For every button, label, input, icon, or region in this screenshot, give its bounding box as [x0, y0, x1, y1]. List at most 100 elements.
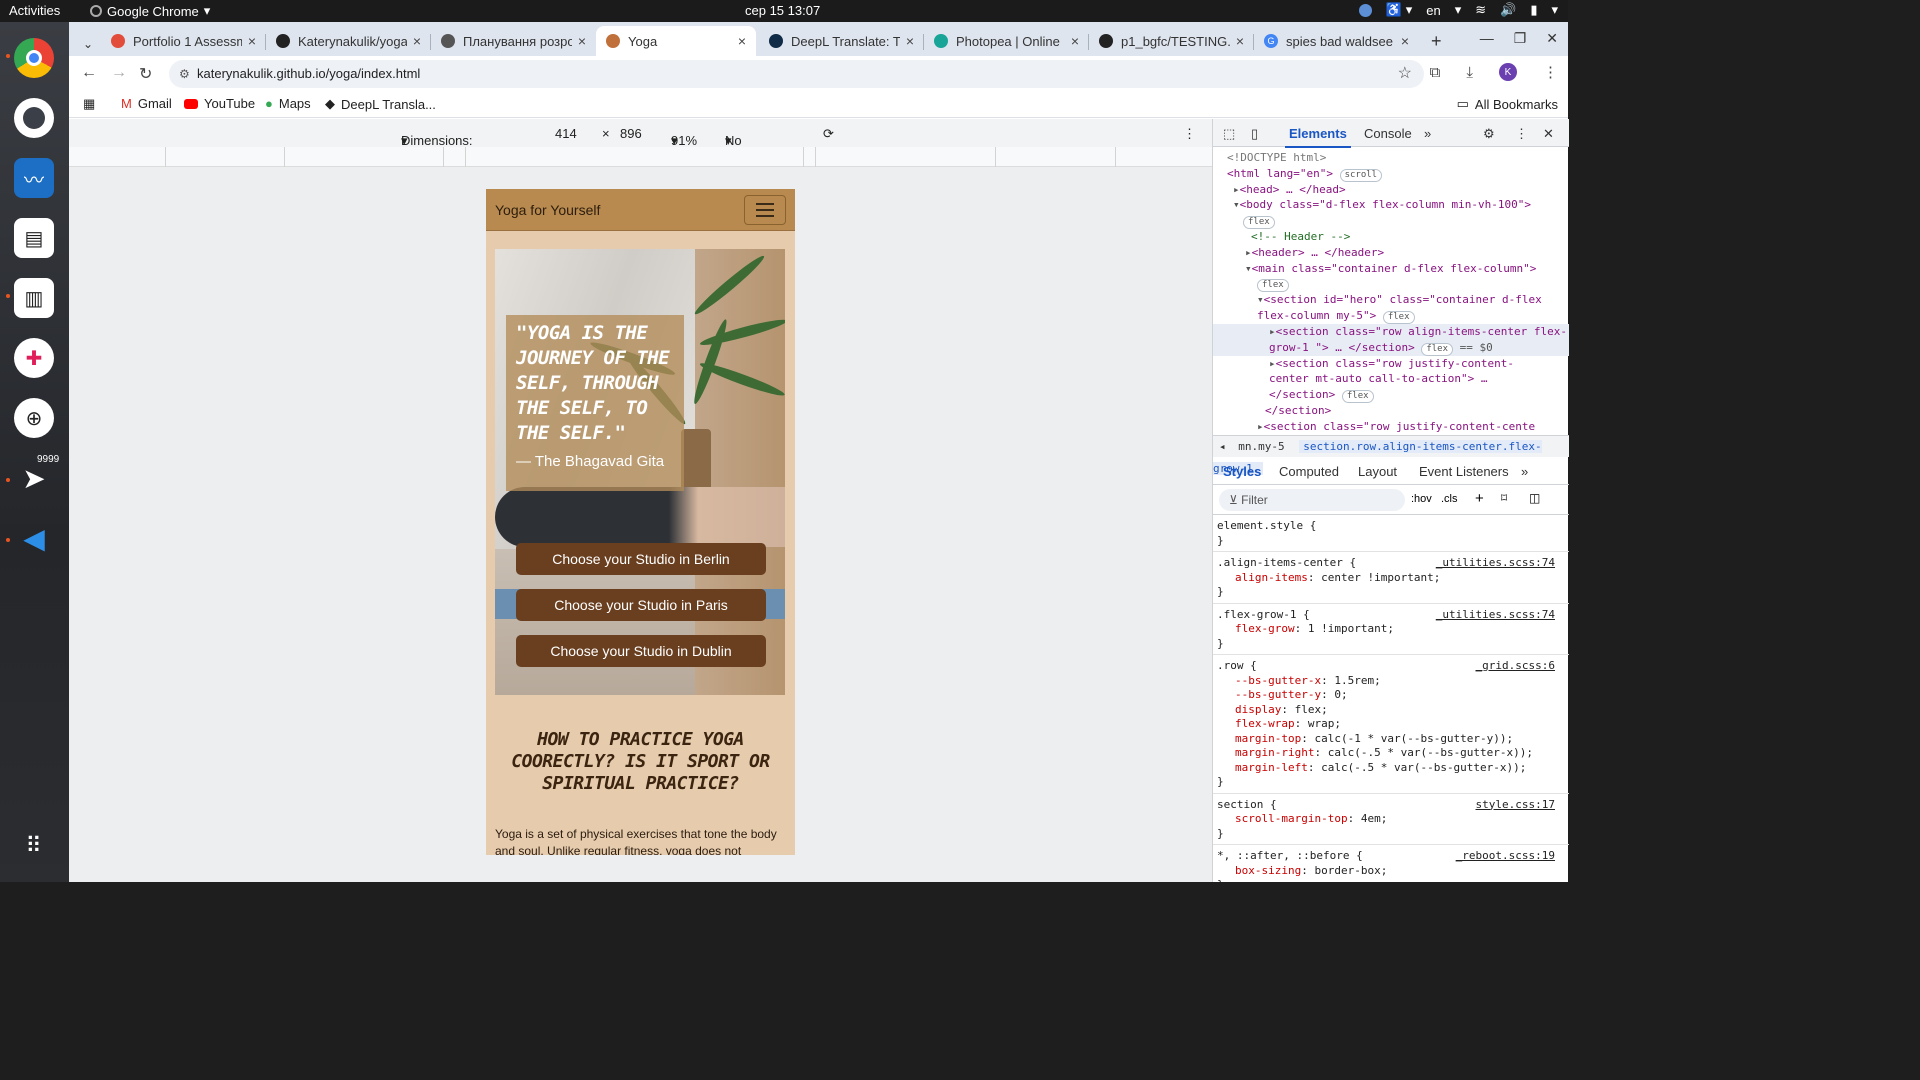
document-icon[interactable]: ▤	[14, 218, 54, 258]
devtools-menu-icon[interactable]: ⋮	[1515, 126, 1528, 142]
vscode-icon[interactable]: ◀	[14, 518, 54, 558]
activities-button[interactable]: Activities	[9, 3, 60, 18]
dom-node[interactable]: ▾<main class="container d-flex flex-colu…	[1213, 261, 1569, 277]
dom-node[interactable]: ▾<body class="d-flex flex-column min-vh-…	[1213, 197, 1569, 213]
tab-github-yoga[interactable]: Katerynakulik/yoga ×	[266, 26, 431, 56]
dom-node[interactable]: ▾<section id="hero" class="container d-f…	[1213, 292, 1553, 324]
tab-photopea[interactable]: Photopea | Online ×	[924, 26, 1089, 56]
tab-testing[interactable]: p1_bgfc/TESTING.m ×	[1089, 26, 1254, 56]
bookmark-maps[interactable]: ● Maps	[265, 96, 311, 111]
dom-node[interactable]: <!DOCTYPE html>	[1213, 147, 1569, 166]
firefox-icon[interactable]	[14, 98, 54, 138]
close-icon[interactable]: ×	[1071, 33, 1079, 49]
dom-node[interactable]: ▸<section class="row justify-content-cen…	[1213, 419, 1569, 435]
bookmark-deepl[interactable]: ◆ DeepL Transla...	[325, 96, 436, 112]
hover-state-toggle[interactable]: :hov	[1411, 493, 1432, 505]
close-devtools-icon[interactable]: ✕	[1543, 126, 1554, 142]
monitor-icon[interactable]: 〰	[14, 158, 54, 198]
restore-icon[interactable]: ❐	[1514, 30, 1527, 47]
reload-icon[interactable]: ↻	[139, 64, 152, 84]
flex-badge[interactable]: flex	[1243, 216, 1275, 230]
back-icon[interactable]: ←	[81, 64, 97, 82]
bookmark-youtube[interactable]: YouTube	[184, 96, 255, 111]
chrome-dock-icon[interactable]	[14, 38, 54, 78]
flex-badge[interactable]: flex	[1382, 310, 1415, 324]
tab-styles[interactable]: Styles	[1223, 464, 1261, 479]
rule-source-link[interactable]: _grid.scss:6	[1476, 659, 1555, 674]
menu-kebab-icon[interactable]: ⋮	[1543, 63, 1558, 81]
profile-avatar[interactable]: K	[1499, 63, 1517, 81]
bookmark-gmail[interactable]: M Gmail	[121, 96, 172, 111]
dom-node[interactable]: ▸<head> … </head>	[1213, 182, 1569, 198]
css-property[interactable]: margin-top: calc(-1 * var(--bs-gutter-y)…	[1217, 732, 1563, 747]
paint-icon[interactable]: ⌑	[1501, 491, 1507, 505]
tab-google-search[interactable]: Gspies bad waldsee ×	[1254, 26, 1419, 56]
forward-icon[interactable]: →	[111, 64, 127, 82]
studio-paris-button[interactable]: Choose your Studio in Paris	[516, 589, 766, 621]
style-rule[interactable]: .flex-grow-1 {_utilities.scss:74 flex-gro…	[1213, 604, 1569, 655]
styles-filter-input[interactable]: ⊻ Filter	[1219, 489, 1405, 511]
more-options-icon[interactable]: ⋮	[1183, 126, 1196, 142]
downloads-icon[interactable]: ⤓	[1466, 64, 1473, 81]
tab-search-button[interactable]: ⌄	[73, 29, 97, 59]
scroll-badge[interactable]: scroll	[1339, 168, 1383, 182]
rule-source-link[interactable]: _utilities.scss:74	[1436, 608, 1555, 623]
tab-yoga[interactable]: Yoga ×	[596, 26, 756, 56]
close-icon[interactable]: ×	[248, 33, 256, 49]
rotate-icon[interactable]: ⟳	[823, 126, 834, 142]
settings-gear-icon[interactable]: ⚙	[1483, 126, 1495, 142]
css-property[interactable]: margin-right: calc(-.5 * var(--bs-gutter…	[1217, 746, 1563, 761]
tab-layout[interactable]: Layout	[1358, 464, 1397, 479]
all-bookmarks[interactable]: ▭ All Bookmarks	[1457, 96, 1558, 112]
address-bar[interactable]: ⚙ katerynakulik.github.io/yoga/index.htm…	[169, 60, 1424, 88]
site-brand[interactable]: Yoga for Yourself	[495, 202, 600, 218]
bookmark-star-icon[interactable]: ☆	[1398, 60, 1412, 88]
minimize-icon[interactable]: —	[1480, 30, 1494, 47]
studio-dublin-button[interactable]: Choose your Studio in Dublin	[516, 635, 766, 667]
css-property[interactable]: flex-wrap: wrap;	[1217, 717, 1563, 732]
dom-comment[interactable]: <!-- Header -->	[1213, 229, 1569, 245]
system-tray[interactable]: ♿ ▾ en ▾ ≋ 🔊 ▮ ▾	[1358, 2, 1558, 18]
flex-badge[interactable]: flex	[1341, 390, 1374, 404]
css-property[interactable]: scroll-margin-top: 4em;	[1217, 812, 1563, 827]
close-icon[interactable]: ×	[413, 33, 421, 49]
breadcrumb-left-icon[interactable]: ◂	[1219, 440, 1226, 453]
flex-badge[interactable]: flex	[1421, 342, 1454, 356]
dom-node[interactable]: ▸<header> … </header>	[1213, 245, 1569, 261]
tab-console[interactable]: Console	[1364, 126, 1412, 141]
tab-elements[interactable]: Elements	[1285, 126, 1351, 148]
css-property[interactable]: box-sizing: border-box;	[1217, 864, 1563, 879]
media-query-ruler[interactable]	[69, 147, 1212, 167]
slack-icon[interactable]: ✚	[14, 338, 54, 378]
close-icon[interactable]: ×	[1236, 33, 1244, 49]
breadcrumb-item[interactable]: mn.my-5	[1238, 440, 1284, 453]
new-rule-icon[interactable]: +	[1475, 490, 1484, 507]
dom-node[interactable]: <html lang="en"> scroll	[1213, 166, 1569, 182]
style-rule[interactable]: section {style.css:17 scroll-margin-top: …	[1213, 794, 1569, 845]
telegram-icon[interactable]: ➤	[14, 458, 54, 498]
css-property[interactable]: margin-left: calc(-.5 * var(--bs-gutter-…	[1217, 761, 1563, 776]
app-menu[interactable]: Google Chrome ▾	[90, 3, 210, 19]
dom-node[interactable]: </section>	[1213, 403, 1569, 419]
help-icon[interactable]: ⊕	[14, 398, 54, 438]
apps-grid-icon[interactable]: ▦	[83, 96, 95, 112]
clock[interactable]: сер 15 13:07	[745, 3, 820, 18]
tab-deepl[interactable]: DeepL Translate: Th ×	[759, 26, 924, 56]
more-tabs-icon[interactable]: »	[1424, 126, 1431, 141]
close-icon[interactable]: ×	[578, 33, 586, 49]
style-rule[interactable]: .row {_grid.scss:6 --bs-gutter-x: 1.5rem;…	[1213, 655, 1569, 794]
sidebar-toggle-icon[interactable]: ◫	[1529, 491, 1540, 505]
studio-berlin-button[interactable]: Choose your Studio in Berlin	[516, 543, 766, 575]
device-width-input[interactable]: 414	[555, 126, 577, 141]
extensions-icon[interactable]: ⧉	[1430, 64, 1441, 81]
inspect-element-icon[interactable]: ⬚	[1223, 126, 1235, 142]
close-icon[interactable]: ×	[1401, 33, 1409, 49]
rule-source-link[interactable]: style.css:17	[1476, 798, 1555, 813]
new-tab-button[interactable]: +	[1421, 26, 1451, 56]
more-subtabs-icon[interactable]: »	[1521, 464, 1528, 479]
rule-source-link[interactable]: _reboot.scss:19	[1456, 849, 1555, 864]
app-grid-icon[interactable]: ⠿	[14, 826, 54, 866]
dom-node[interactable]: ▸<section class="row justify-content-cen…	[1213, 356, 1553, 404]
css-property[interactable]: flex-grow: 1 !important;	[1217, 622, 1563, 637]
close-icon[interactable]: ×	[738, 33, 746, 49]
